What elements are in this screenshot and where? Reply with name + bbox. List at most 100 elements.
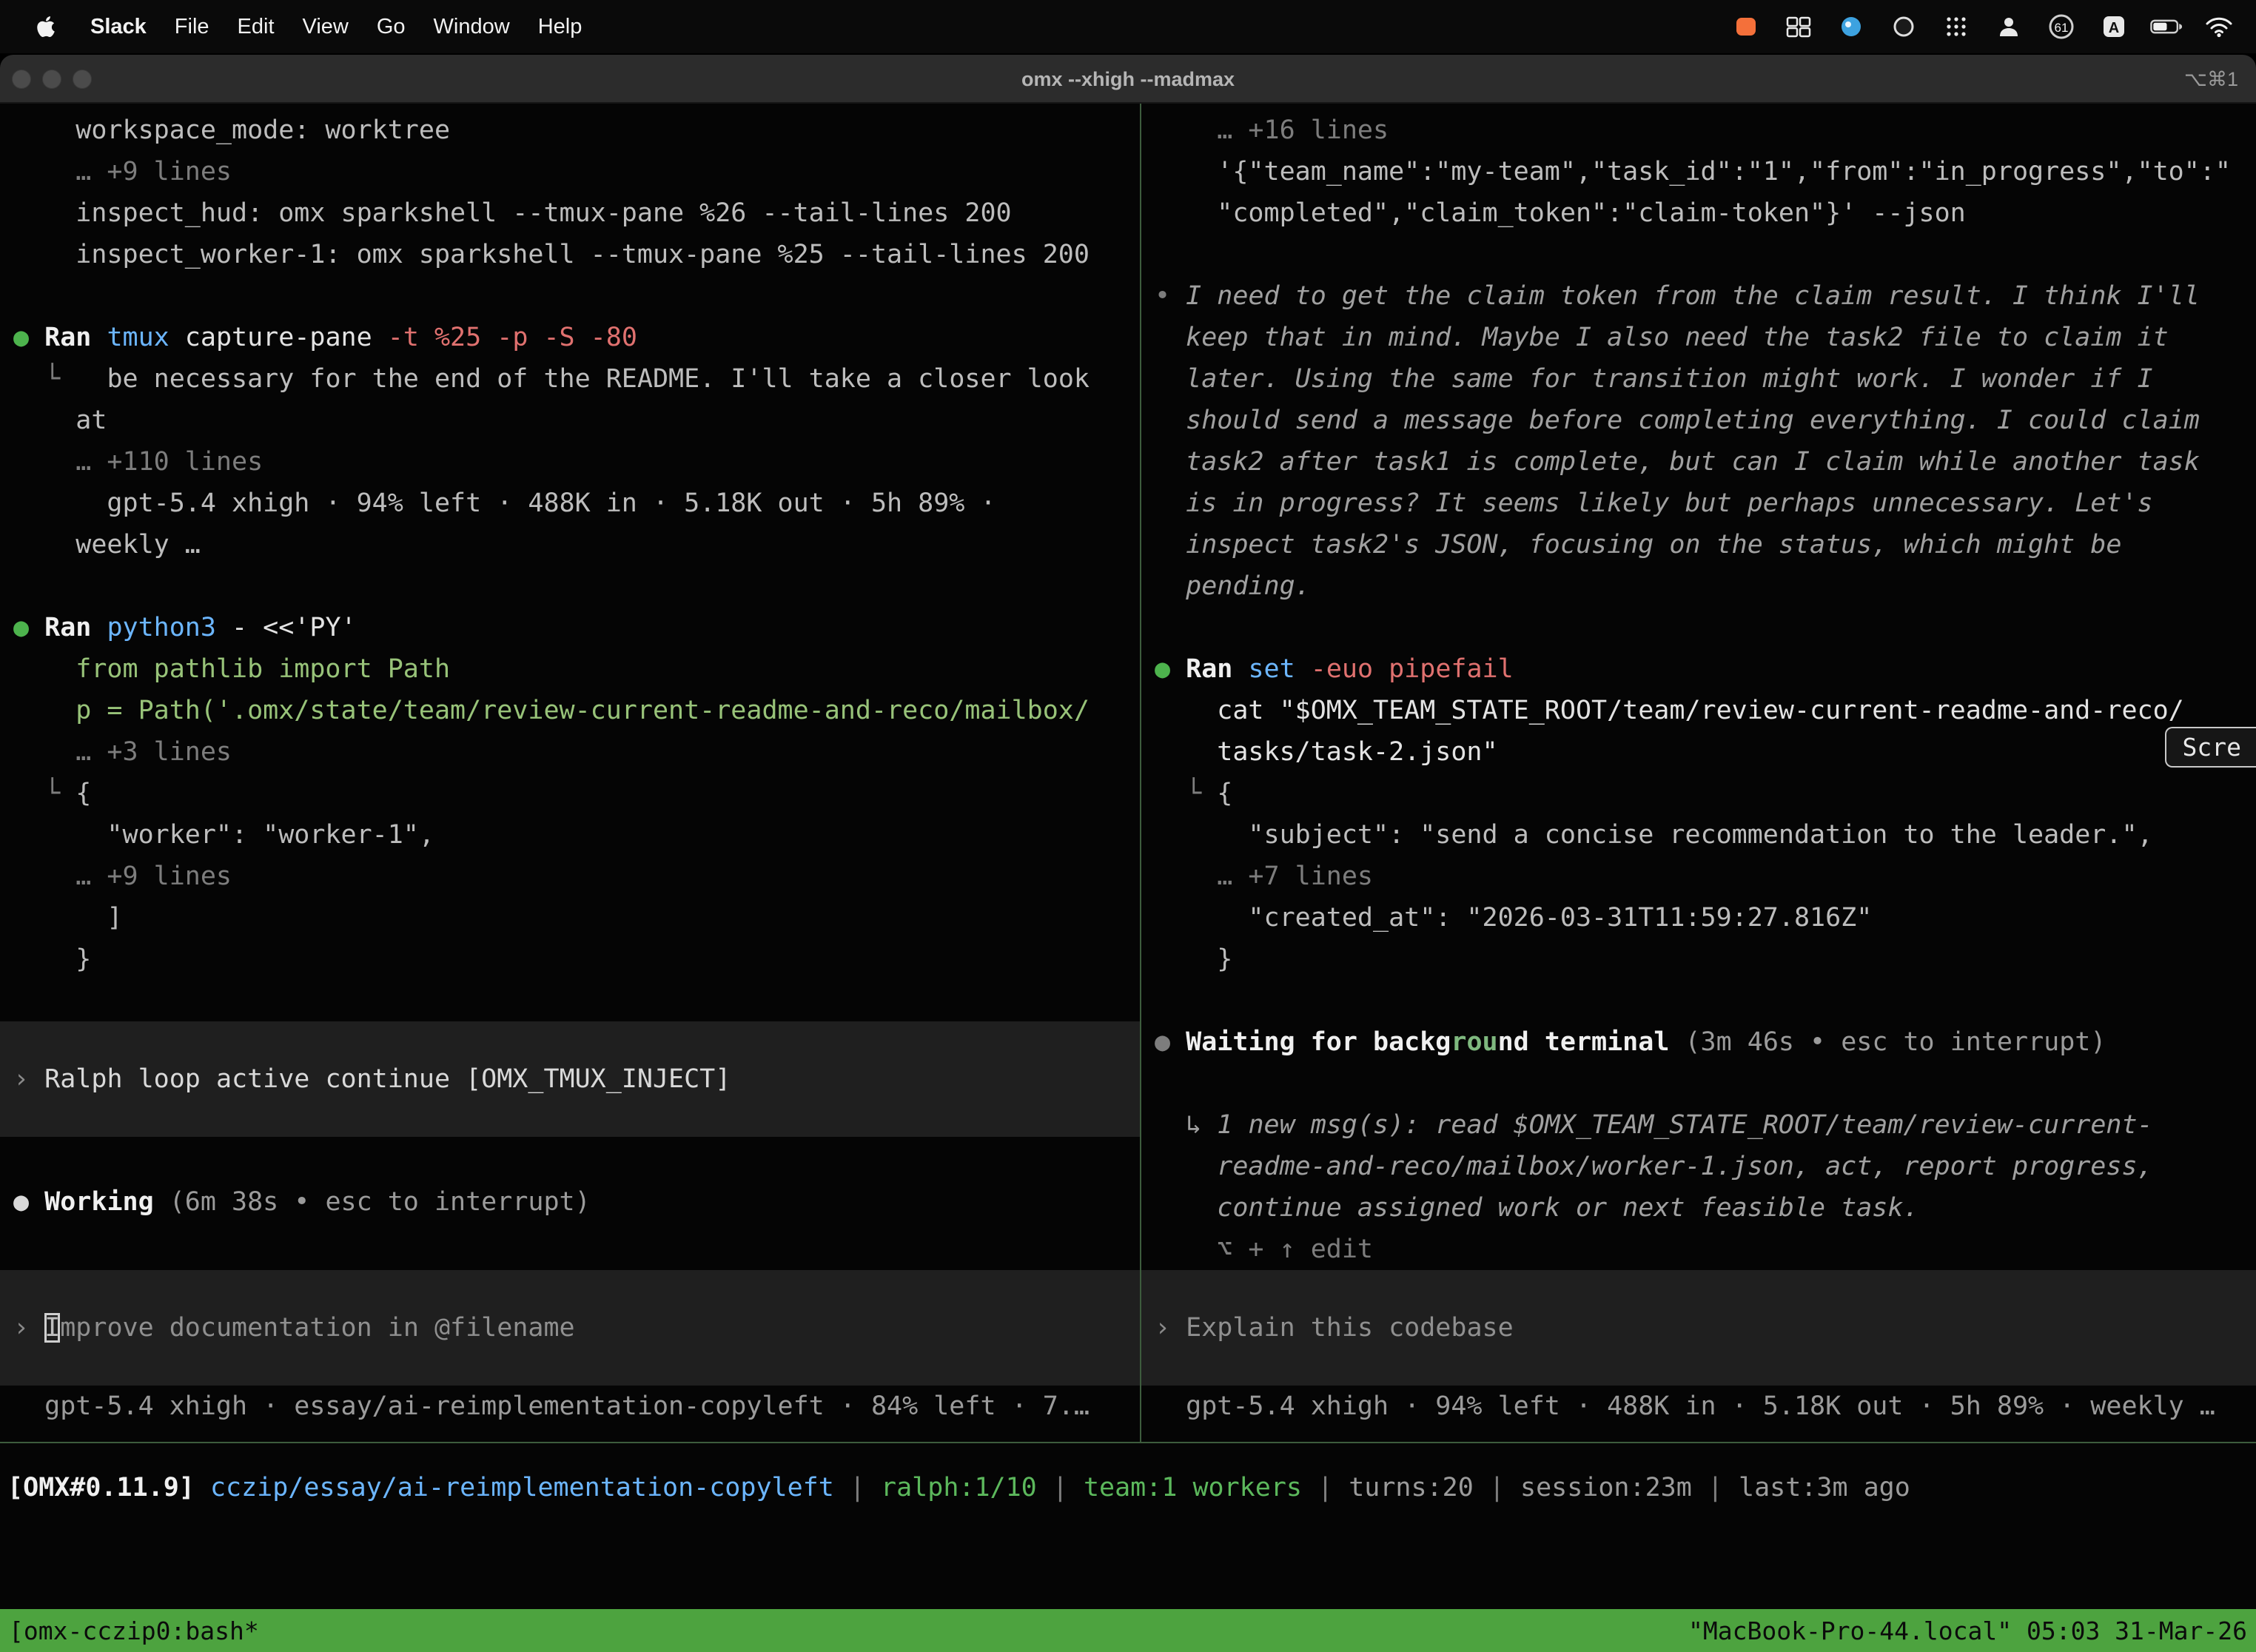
text-segment: is in progress? It seems likely but perh… — [1155, 488, 2153, 518]
apple-menu-icon[interactable] — [30, 10, 62, 43]
window-title-bar[interactable]: omx --xhigh --madmax ⌥⌘1 — [0, 55, 2256, 104]
tmux-pane-right[interactable]: … +16 lines '{"team_name":"my-team","tas… — [1141, 104, 2256, 1442]
terminal-line: └ be necessary for the end of the README… — [0, 358, 1140, 400]
tmux-pane-left[interactable]: workspace_mode: worktree … +9 lines insp… — [0, 104, 1140, 1442]
ran-command: ● Ran python3 - <<'PY' — [0, 607, 1140, 648]
new-message-note: ↳ 1 new msg(s): read $OMX_TEAM_STATE_ROO… — [1141, 1104, 2256, 1146]
terminal-line: p = Path('.omx/state/team/review-current… — [0, 690, 1140, 731]
menu-item-go[interactable]: Go — [377, 15, 406, 39]
text-segment: workspace_mode: worktree — [13, 115, 450, 145]
pane-status-line: gpt-5.4 xhigh · 94% left · 488K in · 5.1… — [1141, 1386, 2256, 1427]
terminal-line: gpt-5.4 xhigh · 94% left · 488K in · 5.1… — [0, 483, 1140, 524]
spacer — [0, 1137, 1140, 1181]
text-segment: ↳ — [1155, 1110, 1217, 1140]
terminal-line: "subject": "send a concise recommendatio… — [1141, 814, 2256, 856]
pane-status-line: gpt-5.4 xhigh · essay/ai-reimplementatio… — [0, 1386, 1140, 1427]
text-segment: p = Path('.omx/state/team/review-current… — [13, 696, 1090, 725]
terminal-window: omx --xhigh --madmax ⌥⌘1 workspace_mode:… — [0, 55, 2256, 1652]
text-segment: should send a message before completing … — [1155, 406, 2200, 435]
battery-percent-badge-icon[interactable]: 61 — [2045, 10, 2078, 43]
menu-item-edit[interactable]: Edit — [238, 15, 275, 39]
launchpad-dots-icon[interactable] — [1940, 10, 1973, 43]
text-segment: ⌥ + ↑ edit — [1155, 1235, 1373, 1264]
ring-app-icon[interactable] — [1887, 10, 1920, 43]
menu-item-help[interactable]: Help — [538, 15, 583, 39]
blue-app-icon[interactable] — [1835, 10, 1867, 43]
terminal-line: } — [1141, 939, 2256, 980]
omx-session-time: session:23m — [1520, 1473, 1692, 1502]
omx-status-line: [OMX#0.11.9] cczip/essay/ai-reimplementa… — [0, 1467, 2256, 1508]
keyboard-layout-icon[interactable]: A — [2098, 10, 2130, 43]
tmux-status-bar: [omx-cczip0:bash* "MacBook-Pro-44.local"… — [0, 1609, 2256, 1652]
terminal-line: "created_at": "2026-03-31T11:59:27.816Z" — [1141, 897, 2256, 939]
terminal-line: └ { — [1141, 773, 2256, 814]
inject-banner[interactable]: › Ralph loop active continue [OMX_TMUX_I… — [0, 1021, 1140, 1137]
text-segment: } — [13, 944, 91, 974]
omx-status-line: [OMX#0.11.9] cczip/essay/ai-reimplementa… — [0, 1467, 2256, 1508]
wifi-icon[interactable] — [2203, 10, 2235, 43]
thinking-text: • I need to get the claim token from the… — [1141, 275, 2256, 317]
terminal-line: from pathlib import Path — [0, 648, 1140, 690]
tmux-panes: workspace_mode: worktree … +9 lines insp… — [0, 104, 2256, 1442]
menu-bar: Slack File Edit View Go Window Help — [0, 0, 2256, 53]
screen: Slack File Edit View Go Window Help — [0, 0, 2256, 1652]
user-person-icon[interactable] — [1993, 10, 2025, 43]
text-segment: Ran — [44, 613, 107, 642]
new-message-note: continue assigned work or next feasible … — [1141, 1187, 2256, 1229]
terminal-line: workspace_mode: worktree — [0, 110, 1140, 151]
text-segment: set — [1248, 654, 1310, 684]
text-segment: … +7 lines — [1155, 862, 1373, 891]
screen-notification[interactable]: Scre — [2165, 727, 2256, 768]
text-segment: be necessary for the end of the README. … — [107, 364, 1090, 394]
text-segment: cat "$OMX_TEAM_STATE_ROOT/team/review-cu… — [1155, 696, 2184, 725]
text-segment: (3m 46s • esc to interrupt) — [1685, 1027, 2106, 1057]
omx-ralph-count: ralph:1/10 — [881, 1473, 1037, 1502]
terminal-line: } — [0, 939, 1140, 980]
ran-command: ● Ran set -euo pipefail — [1141, 648, 2256, 690]
text-segment: from pathlib import Path — [13, 654, 450, 684]
terminal-line: ​ — [1141, 234, 2256, 275]
omx-last-activity: last:3m ago — [1739, 1473, 1910, 1502]
text-segment: continue assigned work or next feasible … — [1155, 1193, 1919, 1223]
text-segment: capture-pane — [185, 323, 388, 352]
terminal-line: "completed","claim_token":"claim-token"}… — [1141, 192, 2256, 234]
battery-icon[interactable] — [2150, 10, 2183, 43]
terminal-line: └ { — [0, 773, 1140, 814]
text-segment: ● — [13, 1187, 44, 1217]
text-segment: { — [75, 779, 91, 808]
terminal-line: inspect_worker-1: omx sparkshell --tmux-… — [0, 234, 1140, 275]
text-segment: ● — [1155, 1027, 1186, 1057]
prompt-input[interactable]: › Explain this codebase — [1141, 1270, 2256, 1386]
text-segment: | — [1474, 1473, 1520, 1502]
text-segment: inspect task2's JSON, focusing on the st… — [1155, 530, 2121, 560]
terminal-line: ] — [0, 897, 1140, 939]
menu-item-view[interactable]: View — [303, 15, 349, 39]
text-segment: "subject": "send a concise recommendatio… — [1155, 820, 2153, 850]
text-segment: -euo pipefail — [1311, 654, 1514, 684]
text-segment: nd terminal — [1498, 1027, 1685, 1057]
text-segment: | — [1037, 1473, 1084, 1502]
menu-item-file[interactable]: File — [175, 15, 209, 39]
terminal-line: ​ — [0, 565, 1140, 607]
terminal-line: weekly … — [0, 524, 1140, 565]
menu-app-name[interactable]: Slack — [90, 15, 147, 39]
text-segment: gpt-5.4 xhigh · essay/ai-reimplementatio… — [13, 1391, 1090, 1421]
terminal-line: ​ — [0, 275, 1140, 317]
text-segment: keep that in mind. Maybe I also need the… — [1155, 323, 2169, 352]
prompt-input[interactable]: › Improve documentation in @filename — [0, 1270, 1140, 1386]
text-segment: inspect_worker-1: omx sparkshell --tmux-… — [13, 240, 1090, 269]
text-segment: '{"team_name":"my-team","task_id":"1","f… — [1155, 157, 2231, 187]
text-segment: 1 new msg(s): read $OMX_TEAM_STATE_ROOT/… — [1217, 1110, 2152, 1140]
screen-recording-indicator-icon[interactable] — [1730, 10, 1762, 43]
omx-version: [OMX#0.11.9] — [7, 1473, 210, 1502]
tmux-session-info[interactable]: [omx-cczip0:bash* — [9, 1616, 259, 1645]
text-segment: › — [13, 1313, 44, 1343]
text-segment: … +110 lines — [13, 447, 263, 477]
text-segment: ● — [13, 613, 44, 642]
text-segment: | — [1302, 1473, 1349, 1502]
window-tiling-icon[interactable] — [1782, 10, 1815, 43]
svg-text:61: 61 — [2055, 21, 2069, 35]
text-segment: Ralph loop active continue [OMX_TMUX_INJ… — [44, 1064, 731, 1094]
pane-bottom-border — [0, 1442, 2256, 1443]
menu-item-window[interactable]: Window — [434, 15, 510, 39]
